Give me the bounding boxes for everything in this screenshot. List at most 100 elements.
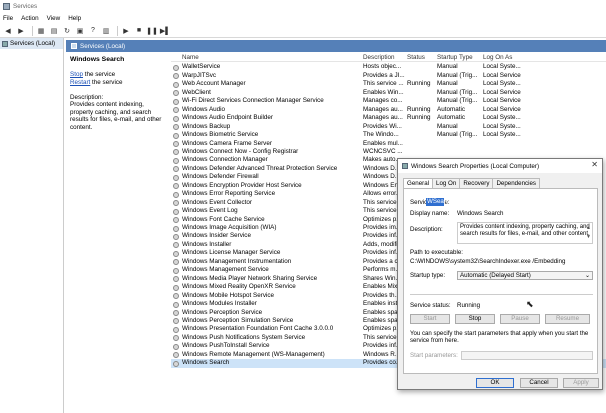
apply-button[interactable]: Apply: [563, 378, 599, 388]
column-header-description[interactable]: Description: [363, 54, 405, 62]
column-header-name[interactable]: Name: [171, 54, 360, 62]
start-parameters-input[interactable]: [461, 351, 593, 360]
service-logon-cell: Local Service: [483, 105, 521, 113]
service-name-cell: Windows Connect Now - Config Registrar: [182, 147, 299, 155]
restart-service-icon[interactable]: ▶▌: [160, 26, 170, 36]
service-row[interactable]: Windows Camera Frame Server Enables mul..…: [171, 140, 606, 148]
menu-help[interactable]: Help: [68, 15, 81, 22]
column-header-status[interactable]: Status: [407, 54, 437, 62]
description-text: Provides content indexing, property cach…: [70, 101, 162, 131]
service-description-cell: Enables mul...: [363, 139, 403, 147]
console-tree: Services (Local): [0, 38, 64, 413]
resume-button[interactable]: Resume: [545, 314, 590, 324]
service-name-cell: Windows Management Instrumentation: [182, 257, 292, 265]
stop-button[interactable]: Stop: [455, 314, 495, 324]
service-name-cell: Windows License Manager Service: [182, 249, 281, 257]
dialog-description-label: Description:: [410, 226, 443, 233]
start-service-icon[interactable]: ▶: [121, 26, 131, 36]
divider: [410, 294, 593, 295]
service-description-cell: Manages au...: [363, 105, 403, 113]
service-name-cell: Windows Event Collector: [182, 198, 252, 206]
stop-service-link[interactable]: Stop: [70, 71, 83, 78]
export-list-icon[interactable]: ▣: [75, 26, 85, 36]
column-header-startup-type[interactable]: Startup Type: [437, 54, 483, 62]
service-logon-cell: Local Service: [483, 71, 521, 79]
restart-service-link[interactable]: Restart: [70, 79, 90, 86]
service-logon-cell: Local Service: [483, 97, 521, 105]
service-startup-cell: Manual (Trig...: [437, 97, 478, 105]
service-startup-cell: Manual (Trig...: [437, 71, 478, 79]
refresh-icon[interactable]: ↻: [62, 26, 72, 36]
ok-button[interactable]: OK: [476, 378, 514, 388]
menu-action[interactable]: Action: [21, 15, 39, 22]
service-startup-cell: Manual (Trig...: [437, 131, 478, 139]
cancel-button[interactable]: Cancel: [520, 378, 558, 388]
column-header-log-on-as[interactable]: Log On As: [483, 54, 523, 62]
service-name-cell: Web Account Manager: [182, 80, 246, 88]
display-name-value[interactable]: Windows Search: [457, 210, 503, 217]
tab-dependencies[interactable]: Dependencies: [492, 178, 541, 188]
service-description-cell: The Windo...: [363, 131, 399, 139]
pause-button[interactable]: Pause: [500, 314, 540, 324]
service-row[interactable]: Windows Audio Manages au... Running Automat…: [171, 106, 606, 114]
start-button[interactable]: Start: [410, 314, 450, 324]
service-name-cell: Windows Encryption Provider Host Service: [182, 181, 302, 189]
path-value[interactable]: C:\WINDOWS\system32\SearchIndexer.exe /E…: [410, 258, 565, 265]
toolbar-separator: [117, 25, 118, 36]
service-row[interactable]: Windows Audio Endpoint Builder Manages au…: [171, 114, 606, 122]
tab-log-on[interactable]: Log On: [432, 178, 461, 188]
action-pane-icon[interactable]: ▥: [101, 26, 111, 36]
description-scroll-arrows-icon[interactable]: ▲ ▼: [586, 224, 591, 243]
service-name-cell: Wi-Fi Direct Services Connection Manager…: [182, 97, 324, 105]
service-startup-cell: Automatic: [437, 105, 465, 113]
service-name-cell: Windows Installer: [182, 240, 232, 248]
service-description-cell: Manages co...: [363, 97, 403, 105]
close-icon[interactable]: ✕: [591, 160, 598, 169]
restart-line: Restart the service: [70, 79, 166, 86]
service-logon-cell: Local Service: [483, 88, 521, 96]
help-icon[interactable]: ?: [88, 26, 98, 36]
service-row[interactable]: Web Account Manager This service ... Runni…: [171, 80, 606, 88]
service-name-field[interactable]: WSearch: [426, 198, 452, 206]
service-logon-cell: Local Syste...: [483, 122, 521, 130]
service-row[interactable]: Windows Backup Provides Wi... Manual Local …: [171, 123, 606, 131]
display-name-label: Display name:: [410, 210, 450, 217]
restart-link-suffix: the service: [90, 79, 123, 86]
startup-type-select[interactable]: Automatic (Delayed Start) ⌄: [457, 271, 593, 280]
console-tree-icon[interactable]: ▦: [36, 26, 46, 36]
service-row[interactable]: WebClient Enables Win... Manual (Trig... Lo…: [171, 89, 606, 97]
back-icon[interactable]: ◀: [3, 26, 13, 36]
properties-icon[interactable]: ▤: [49, 26, 59, 36]
menu-view[interactable]: View: [47, 15, 61, 22]
mouse-pointer-icon: ⬉: [526, 299, 534, 309]
forward-icon[interactable]: ▶: [16, 26, 26, 36]
service-row[interactable]: WalletService Hosts objec... Manual Local S…: [171, 63, 606, 71]
service-row[interactable]: WarpJITSvc Provides a JI... Manual (Trig..…: [171, 72, 606, 80]
menu-bar: File Action View Help: [0, 13, 606, 24]
service-startup-cell: Manual: [437, 63, 458, 71]
service-row[interactable]: Windows Biometric Service The Windo... Man…: [171, 131, 606, 139]
startup-type-value: Automatic (Delayed Start): [460, 272, 531, 279]
service-logon-cell: Local Syste...: [483, 114, 521, 122]
stop-service-icon[interactable]: ■: [134, 26, 144, 36]
service-name-cell: Windows Image Acquisition (WIA): [182, 224, 277, 231]
dialog-description-box[interactable]: Provides content indexing, property cach…: [457, 222, 593, 244]
service-status-cell: Running: [407, 80, 431, 88]
pause-service-icon[interactable]: ❚❚: [146, 26, 158, 36]
toolbar-separator: [32, 25, 33, 36]
service-name-cell: Windows Search: [182, 359, 230, 367]
tree-item-services-local[interactable]: Services (Local): [0, 38, 63, 49]
menu-file[interactable]: File: [3, 15, 13, 22]
service-name-cell: Windows Modules Installer: [182, 300, 257, 308]
selected-service-title: Windows Search: [70, 56, 125, 63]
service-row[interactable]: Wi-Fi Direct Services Connection Manager…: [171, 97, 606, 105]
tab-recovery[interactable]: Recovery: [459, 178, 494, 188]
description-label: Description:: [70, 94, 104, 101]
window-title: Services: [13, 3, 38, 10]
service-name-cell: Windows Media Player Network Sharing Ser…: [182, 274, 318, 282]
title-bar: Services: [0, 0, 606, 13]
pane-header: Services (Local): [66, 40, 606, 52]
service-name-cell: Windows Perception Service: [182, 308, 263, 316]
service-row[interactable]: Windows Connect Now - Config Registrar WC…: [171, 148, 606, 156]
services-app-icon: [3, 3, 10, 10]
